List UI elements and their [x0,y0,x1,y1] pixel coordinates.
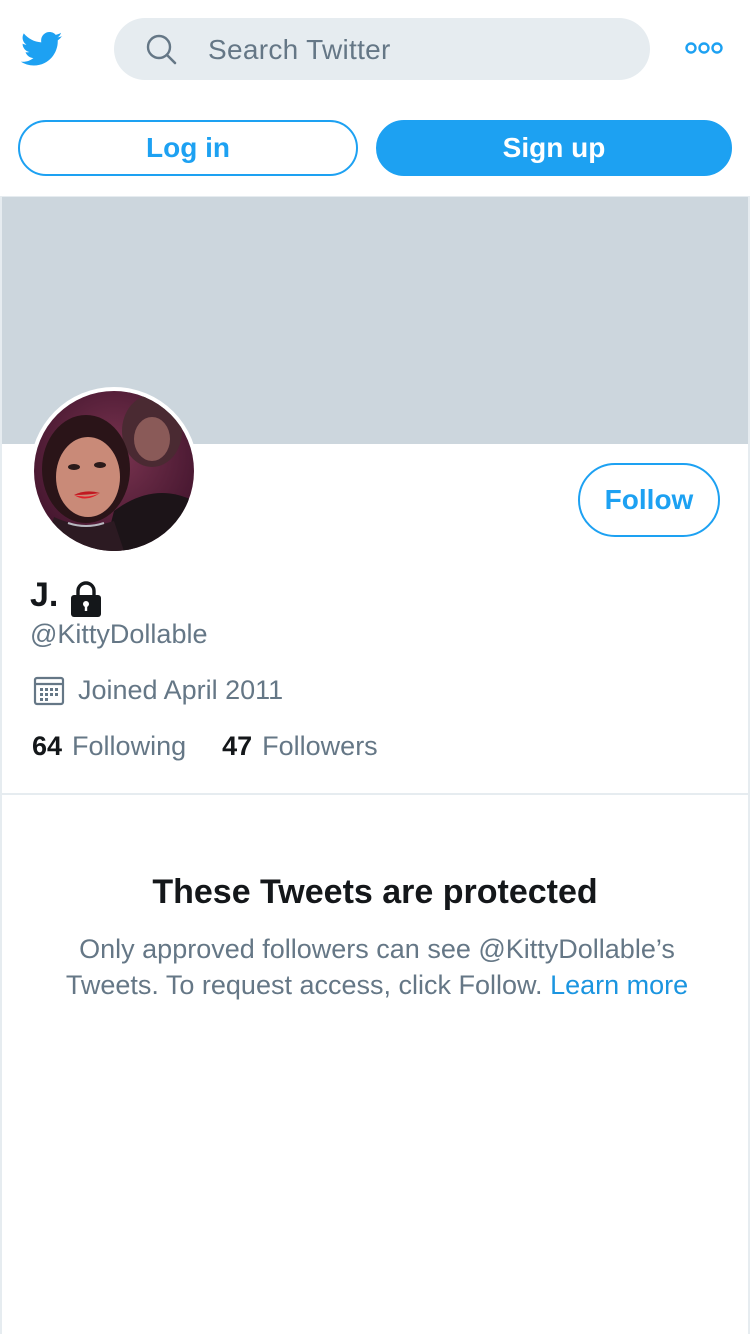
following-label: Following [72,731,187,761]
login-button[interactable]: Log in [18,120,358,176]
protected-message: Only approved followers can see @KittyDo… [32,931,722,1003]
joined-date: Joined April 2011 [32,673,283,707]
profile-name: J. [30,576,59,614]
top-bar: Search Twitter [0,0,750,98]
profile-card: Follow J. @KittyDollable Joined April 20… [0,196,750,1334]
twitter-bird-icon[interactable] [18,28,66,70]
lock-icon [71,581,102,617]
search-placeholder: Search Twitter [208,34,391,65]
learn-more-link[interactable]: Learn more [550,970,688,1000]
calendar-icon [33,676,65,706]
followers-label: Followers [262,731,378,761]
protected-body-line1: Only approved followers can see @KittyDo… [79,934,675,964]
profile-handle: @KittyDollable [30,619,208,649]
avatar[interactable] [30,387,198,555]
profile-name-row: J. [30,571,106,617]
followers-stat[interactable]: 47 Followers [222,731,378,762]
protected-title: These Tweets are protected [152,873,598,911]
follow-button[interactable]: Follow [578,463,720,537]
avatar-photo [34,391,194,551]
following-stat[interactable]: 64 Following [32,731,186,762]
following-count: 64 [32,731,63,761]
search-input[interactable]: Search Twitter [114,18,650,80]
signup-button[interactable]: Sign up [376,120,732,176]
followers-count: 47 [222,731,253,761]
search-icon [146,34,177,65]
joined-text: Joined April 2011 [78,674,284,705]
section-divider [2,793,748,795]
more-options-icon[interactable] [684,38,724,58]
profile-stats: 64 Following 47 Followers [32,731,378,762]
protected-body-line2: Tweets. To request access, click Follow. [65,970,543,1000]
